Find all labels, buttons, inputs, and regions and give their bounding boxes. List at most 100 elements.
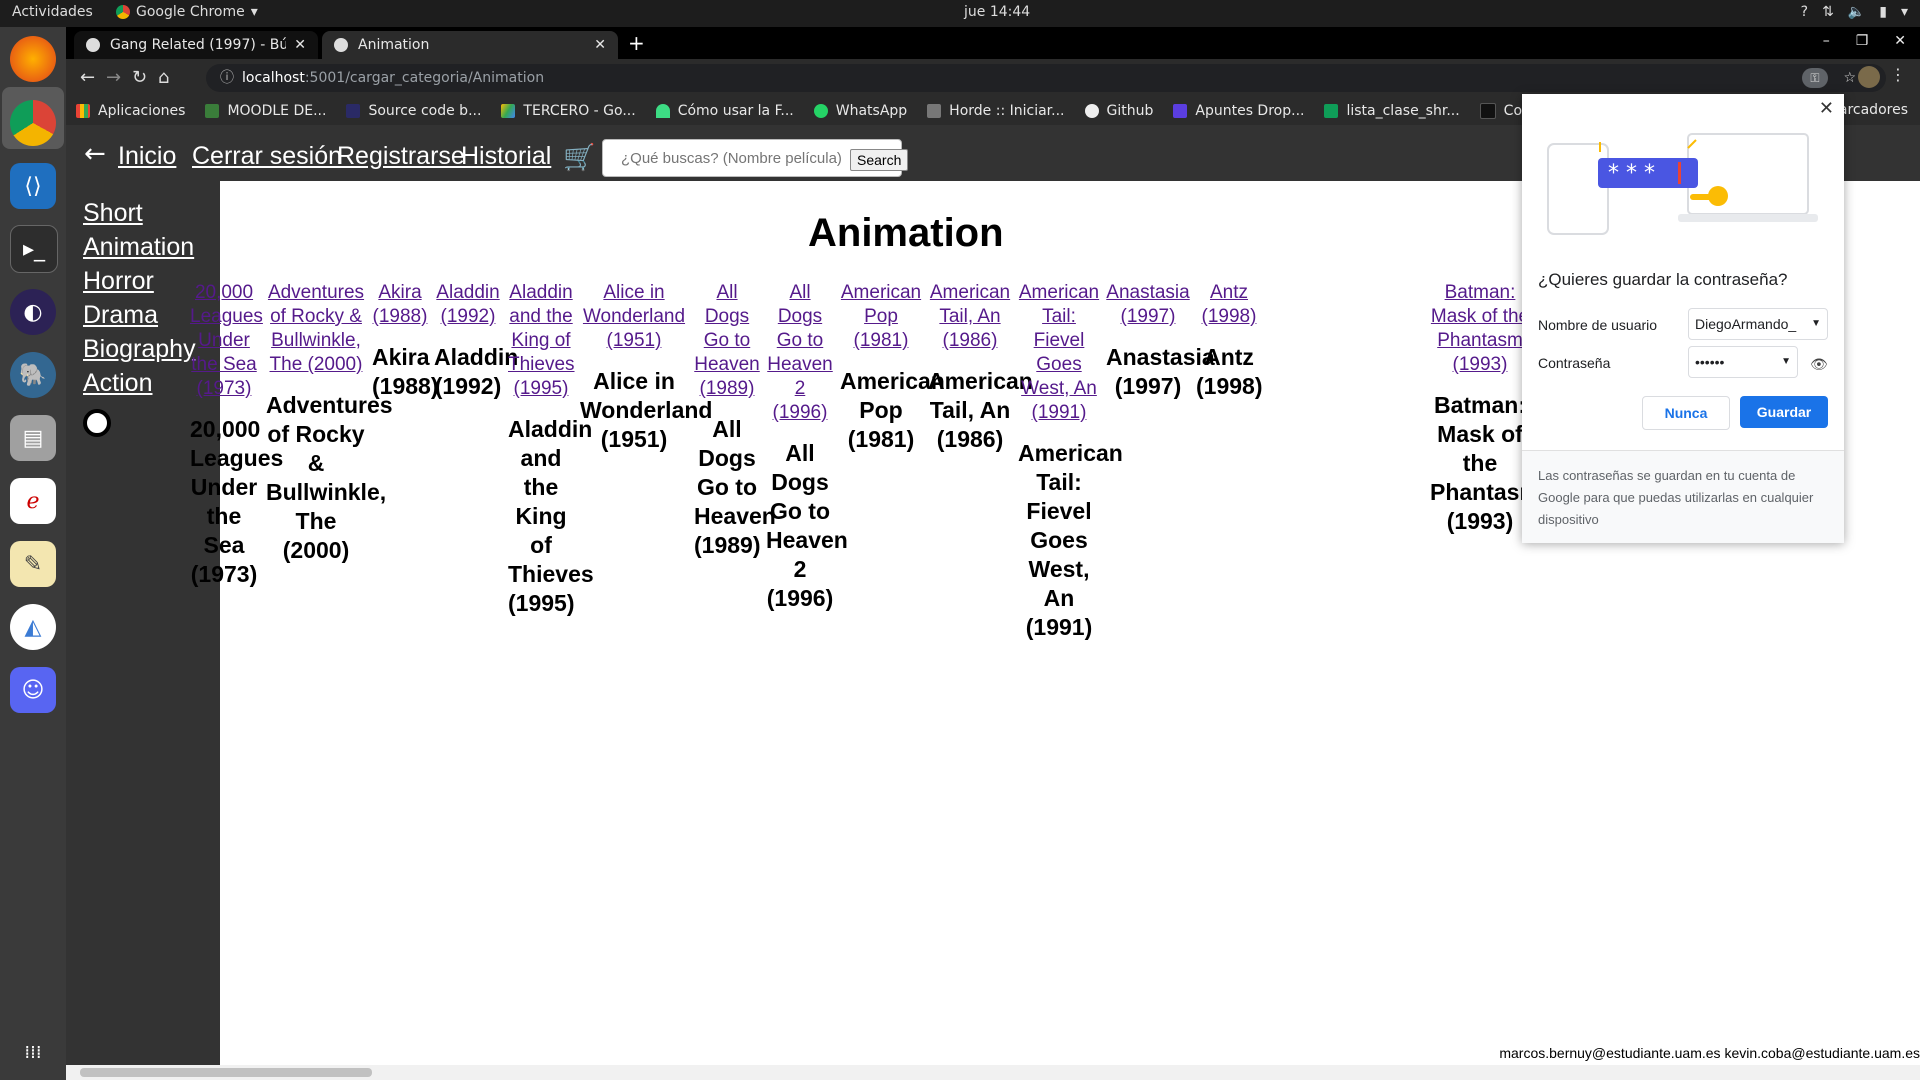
never-button[interactable]: Nunca (1642, 396, 1730, 430)
bookmark-lista-clase[interactable]: lista_clase_shr... (1314, 103, 1469, 119)
movie-title: Antz (1998) (1196, 344, 1263, 399)
address-bar[interactable]: ⓘ localhost:5001/cargar_categoria/Animat… (206, 64, 1886, 92)
movie-poster-link[interactable]: American Pop (1981) (840, 281, 922, 353)
movie-poster-link[interactable]: Anastasia (1997) (1106, 281, 1190, 329)
terminal-icon[interactable]: ▸_ (10, 225, 58, 273)
movie-poster-link[interactable]: 20,000 Leagues Under the Sea (1973) (190, 281, 263, 401)
info-icon[interactable]: ⓘ (220, 64, 234, 92)
search-button[interactable]: Search (850, 149, 909, 171)
window-controls: – ❐ ✕ (1823, 33, 1906, 49)
tab-animation[interactable]: Animation ✕ (322, 31, 618, 59)
circle-toggle[interactable] (83, 409, 111, 437)
bookmark-whatsapp[interactable]: WhatsApp (804, 103, 917, 119)
bookmark-como-usar[interactable]: Cómo usar la F... (646, 103, 804, 119)
movie-title: American Tail, An (1986) (928, 368, 1033, 452)
vscode-icon[interactable]: ⟨⟩ (10, 163, 56, 209)
movie-card: Anastasia (1997) Anastasia (1997) (1106, 281, 1215, 401)
password-select[interactable]: •••••• ▼ (1688, 346, 1798, 378)
system-tray[interactable]: ? ⇅ 🔈 ▮ ▾ (1801, 4, 1908, 20)
help-icon[interactable]: ? (1801, 4, 1808, 20)
discord-icon[interactable]: ☺ (10, 667, 56, 713)
minimize-icon[interactable]: – (1823, 33, 1830, 49)
reload-icon[interactable]: ↻ (132, 67, 147, 88)
app-menu[interactable]: Google Chrome ▾ (116, 4, 258, 20)
eclipse-icon[interactable]: ◐ (10, 289, 56, 335)
new-tab-icon[interactable]: + (628, 31, 645, 55)
category-action[interactable]: Action (83, 369, 152, 398)
text-editor-icon[interactable]: ✎ (10, 541, 56, 587)
chrome-icon (116, 5, 130, 19)
movie-title: Adventures of Rocky & Bullwinkle, The (2… (266, 392, 393, 563)
volume-icon[interactable]: 🔈 (1848, 4, 1865, 20)
network-icon[interactable]: ⇅ (1822, 4, 1834, 20)
evince-icon[interactable]: ℯ (10, 478, 56, 524)
movie-poster-link[interactable]: Alice in Wonderland (1951) (580, 281, 688, 353)
movie-poster-link[interactable]: Antz (1998) (1196, 281, 1262, 329)
chevron-down-icon[interactable]: ▾ (1901, 4, 1908, 20)
category-short[interactable]: Short (83, 199, 143, 228)
back-icon[interactable]: ← (80, 67, 95, 88)
page-footer: marcos.bernuy@estudiante.uam.es kevin.co… (1499, 1045, 1920, 1061)
scrollbar-thumb[interactable] (80, 1068, 372, 1077)
movie-title: American Tail: Fievel Goes West, An (199… (1018, 440, 1123, 640)
eye-icon[interactable]: 👁 (1810, 356, 1828, 373)
forward-icon[interactable]: → (106, 67, 121, 88)
movie-poster-link[interactable]: All Dogs Go to Heaven (1989) (694, 281, 760, 401)
battery-icon[interactable]: ▮ (1879, 4, 1887, 20)
horizontal-scrollbar[interactable] (66, 1065, 1920, 1080)
maximize-icon[interactable]: ❐ (1856, 33, 1869, 49)
tab-gang-related[interactable]: Gang Related (1997) - Bús ✕ (74, 31, 318, 59)
clock[interactable]: jue 14:44 (964, 4, 1030, 20)
category-drama[interactable]: Drama (83, 301, 158, 330)
movie-poster-link[interactable]: Batman: Mask of the Phantasm (1993) (1430, 281, 1530, 377)
profile-avatar[interactable] (1858, 66, 1880, 88)
key-icon[interactable]: ⚿ (1802, 68, 1828, 88)
movie-poster-link[interactable]: American Tail: Fievel Goes West, An (199… (1018, 281, 1100, 425)
postgresql-icon[interactable]: 🐘 (10, 352, 56, 398)
menu-icon[interactable]: ⋮ (1890, 65, 1906, 84)
bookmark-tercero[interactable]: TERCERO - Go... (491, 103, 645, 119)
movie-poster-link[interactable]: Adventures of Rocky & Bullwinkle, The (2… (266, 281, 366, 377)
nav-inicio[interactable]: Inicio (118, 142, 176, 171)
activities-button[interactable]: Actividades (12, 4, 93, 20)
show-apps-icon[interactable]: ⁞⁞⁞ (10, 1029, 56, 1075)
movie-poster-link[interactable]: Akira (1988) (372, 281, 428, 329)
firefox-icon[interactable] (10, 36, 56, 82)
movie-poster-link[interactable]: American Tail, An (1986) (928, 281, 1012, 353)
movie-poster-link[interactable]: All Dogs Go to Heaven 2 (1996) (766, 281, 834, 425)
other-bookmarks[interactable]: arcadores (1839, 102, 1908, 118)
movie-title: American Pop (1981) (840, 368, 945, 452)
nav-cerrar-sesion[interactable]: Cerrar sesión (192, 142, 342, 171)
category-horror[interactable]: Horror (83, 267, 154, 296)
android-studio-icon[interactable]: ◭ (10, 604, 56, 650)
password-label: Contraseña (1538, 355, 1611, 371)
bookmark-github[interactable]: Github (1075, 103, 1164, 119)
home-icon[interactable]: ⌂ (158, 67, 169, 88)
category-animation[interactable]: Animation (83, 233, 194, 262)
star-icon[interactable]: ☆ (1843, 64, 1856, 92)
nav-historial[interactable]: Historial (461, 142, 551, 171)
movie-title: Alice in Wonderland (1951) (580, 368, 713, 452)
username-select[interactable]: DiegoArmando_ ▼ (1688, 308, 1828, 340)
files-icon[interactable]: ▤ (10, 415, 56, 461)
save-button[interactable]: Guardar (1740, 396, 1828, 428)
bookmark-apuntes[interactable]: Apuntes Drop... (1163, 103, 1314, 119)
nav-registrarse[interactable]: Registrarse (337, 142, 465, 171)
close-icon[interactable]: ✕ (1894, 33, 1906, 49)
category-biography[interactable]: Biography (83, 335, 196, 364)
bookmark-apps[interactable]: Aplicaciones (66, 103, 195, 119)
back-arrow-icon[interactable]: ← (84, 139, 106, 169)
close-icon[interactable]: ✕ (294, 37, 306, 53)
cart-icon[interactable]: 🛒 (563, 143, 595, 173)
bookmark-source-code[interactable]: Source code b... (336, 103, 491, 119)
bookmark-horde[interactable]: Horde :: Iniciar... (917, 103, 1074, 119)
movie-poster-link[interactable]: Aladdin (1992) (434, 281, 502, 329)
source-icon (346, 104, 361, 118)
android-icon (655, 104, 670, 118)
url-text: localhost:5001/cargar_categoria/Animatio… (242, 70, 545, 86)
close-icon[interactable]: ✕ (594, 37, 606, 53)
movie-poster-link[interactable]: Aladdin and the King of Thieves (1995) (508, 281, 575, 401)
bookmark-moodle[interactable]: MOODLE DE... (195, 103, 336, 119)
movie-card: Akira (1988) Akira (1988) (372, 281, 438, 401)
chrome-icon[interactable] (10, 100, 56, 146)
